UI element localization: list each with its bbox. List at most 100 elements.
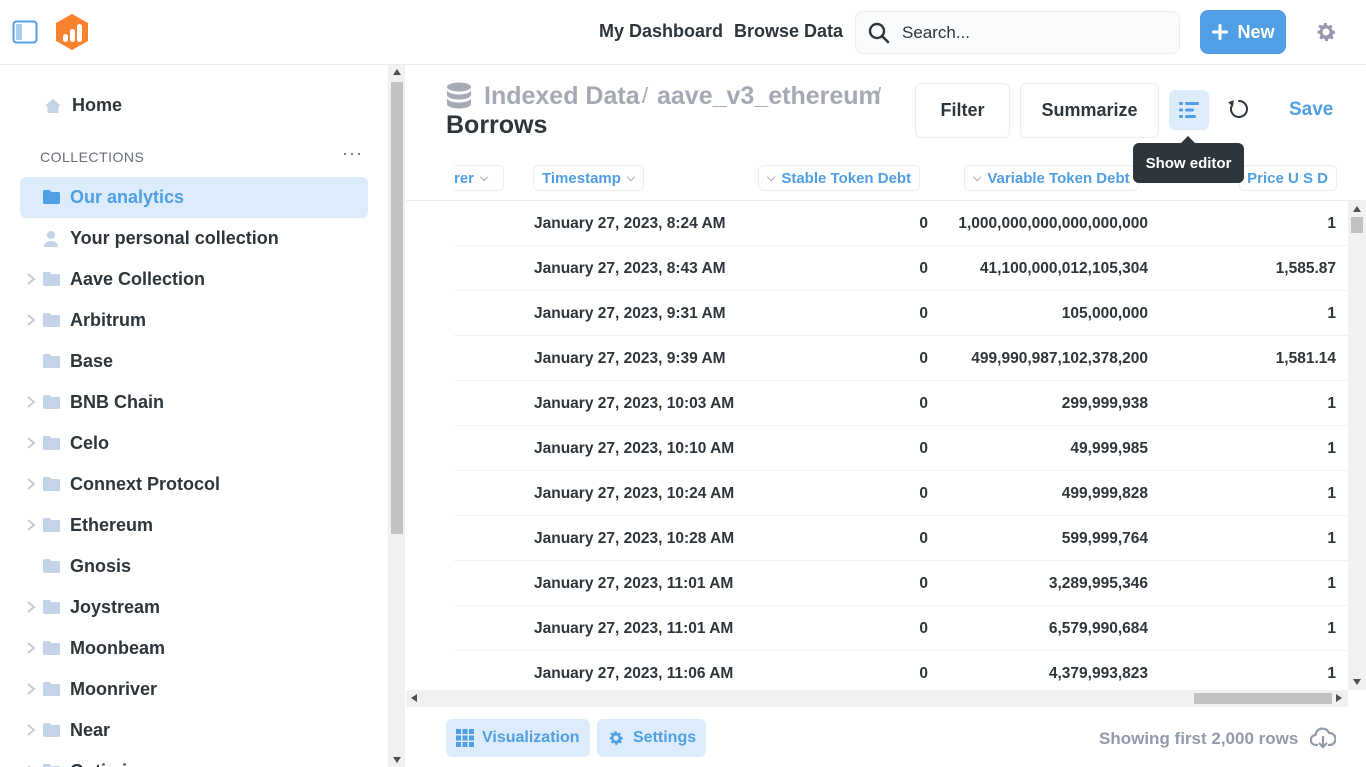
cell-price-usd[interactable]: 1,585.87 xyxy=(1276,260,1336,278)
sidebar-item-moonriver[interactable]: Moonriver xyxy=(20,669,368,710)
table-horizontal-scrollbar[interactable] xyxy=(406,690,1348,707)
cell-variable-token-debt[interactable]: 49,999,985 xyxy=(1070,440,1148,458)
cell-variable-token-debt[interactable]: 299,999,938 xyxy=(1062,395,1148,413)
cell-timestamp[interactable]: January 27, 2023, 10:10 AM xyxy=(534,440,734,458)
sidebar-item-optimism[interactable]: Optimism xyxy=(20,751,368,767)
chevron-right-icon[interactable] xyxy=(26,642,36,654)
sidebar-item-base[interactable]: Base xyxy=(20,341,368,382)
table-row[interactable]: January 27, 2023, 10:03 AM 0 299,999,938 1 xyxy=(454,381,1348,426)
sidebar-item-aave-collection[interactable]: Aave Collection xyxy=(20,259,368,300)
breadcrumb-aave-v3-ethereum[interactable]: aave_v3_ethereum xyxy=(657,82,881,111)
cell-stable-token-debt[interactable]: 0 xyxy=(919,440,928,458)
cell-stable-token-debt[interactable]: 0 xyxy=(919,305,928,323)
table-vertical-scrollbar[interactable] xyxy=(1348,201,1366,690)
cell-variable-token-debt[interactable]: 105,000,000 xyxy=(1062,305,1148,323)
cell-stable-token-debt[interactable]: 0 xyxy=(919,215,928,233)
cell-stable-token-debt[interactable]: 0 xyxy=(919,665,928,683)
cell-stable-token-debt[interactable]: 0 xyxy=(919,395,928,413)
cell-variable-token-debt[interactable]: 499,999,828 xyxy=(1062,485,1148,503)
cell-timestamp[interactable]: January 27, 2023, 10:03 AM xyxy=(534,395,734,413)
cell-price-usd[interactable]: 1,581.14 xyxy=(1276,350,1336,368)
cell-price-usd[interactable]: 1 xyxy=(1327,215,1336,233)
settings-button[interactable]: Settings xyxy=(597,719,707,757)
sidebar-item-home[interactable]: Home xyxy=(44,95,122,116)
table-row[interactable]: January 27, 2023, 8:24 AM 0 1,000,000,000,… xyxy=(454,201,1348,246)
cell-variable-token-debt[interactable]: 1,000,000,000,000,000,000 xyxy=(958,215,1148,233)
cell-price-usd[interactable]: 1 xyxy=(1327,665,1336,683)
cell-timestamp[interactable]: January 27, 2023, 8:43 AM xyxy=(534,260,726,278)
sidebar-item-our-analytics[interactable]: Our analytics xyxy=(20,177,368,218)
column-header-rer[interactable]: rer ⌵ xyxy=(454,165,504,191)
cell-variable-token-debt[interactable]: 599,999,764 xyxy=(1062,530,1148,548)
download-icon[interactable] xyxy=(1309,727,1337,754)
cell-stable-token-debt[interactable]: 0 xyxy=(919,530,928,548)
cell-price-usd[interactable]: 1 xyxy=(1327,440,1336,458)
chevron-right-icon[interactable] xyxy=(26,314,36,326)
cell-timestamp[interactable]: January 27, 2023, 9:39 AM xyxy=(534,350,726,368)
cell-price-usd[interactable]: 1 xyxy=(1327,485,1336,503)
sidebar-scrollbar[interactable] xyxy=(389,65,405,767)
summarize-button[interactable]: Summarize xyxy=(1020,83,1159,138)
show-editor-button[interactable] xyxy=(1169,90,1209,130)
search-input[interactable] xyxy=(902,21,1162,45)
cell-stable-token-debt[interactable]: 0 xyxy=(919,260,928,278)
sidebar-item-moonbeam[interactable]: Moonbeam xyxy=(20,628,368,669)
table-row[interactable]: January 27, 2023, 11:01 AM 0 3,289,995,346… xyxy=(454,561,1348,606)
sidebar-item-joystream[interactable]: Joystream xyxy=(20,587,368,628)
cell-timestamp[interactable]: January 27, 2023, 8:24 AM xyxy=(534,215,726,233)
sidebar-item-connext-protocol[interactable]: Connext Protocol xyxy=(20,464,368,505)
cell-variable-token-debt[interactable]: 41,100,000,012,105,304 xyxy=(980,260,1148,278)
cell-price-usd[interactable]: 1 xyxy=(1327,575,1336,593)
nav-my-dashboard[interactable]: My Dashboard xyxy=(599,21,723,42)
new-button[interactable]: New xyxy=(1200,10,1286,54)
cell-stable-token-debt[interactable]: 0 xyxy=(919,575,928,593)
cell-variable-token-debt[interactable]: 3,289,995,346 xyxy=(1049,575,1148,593)
collections-more-icon[interactable]: ··· xyxy=(342,143,363,164)
filter-button[interactable]: Filter xyxy=(915,83,1010,138)
table-row[interactable]: January 27, 2023, 8:43 AM 0 41,100,000,012… xyxy=(454,246,1348,291)
column-header-variable-token-debt[interactable]: ⌵ Variable Token Debt xyxy=(964,165,1139,191)
table-row[interactable]: January 27, 2023, 9:39 AM 0 499,990,987,10… xyxy=(454,336,1348,381)
table-row[interactable]: January 27, 2023, 10:28 AM 0 599,999,764 1 xyxy=(454,516,1348,561)
chevron-right-icon[interactable] xyxy=(26,519,36,531)
breadcrumb-indexed-data[interactable]: Indexed Data xyxy=(484,82,640,111)
gear-icon[interactable] xyxy=(1314,20,1338,49)
chevron-right-icon[interactable] xyxy=(26,683,36,695)
cell-stable-token-debt[interactable]: 0 xyxy=(919,350,928,368)
cell-timestamp[interactable]: January 27, 2023, 11:01 AM xyxy=(534,620,733,638)
table-row[interactable]: January 27, 2023, 10:24 AM 0 499,999,828 1 xyxy=(454,471,1348,516)
cell-price-usd[interactable]: 1 xyxy=(1327,395,1336,413)
save-button[interactable]: Save xyxy=(1289,99,1333,121)
cell-stable-token-debt[interactable]: 0 xyxy=(919,620,928,638)
column-header-stable-token-debt[interactable]: ⌵ Stable Token Debt xyxy=(758,165,921,191)
cell-timestamp[interactable]: January 27, 2023, 10:24 AM xyxy=(534,485,734,503)
chevron-right-icon[interactable] xyxy=(26,601,36,613)
sidebar-item-your-personal-collection[interactable]: Your personal collection xyxy=(20,218,368,259)
sidebar-toggle-icon[interactable] xyxy=(12,20,38,44)
cell-price-usd[interactable]: 1 xyxy=(1327,530,1336,548)
cell-stable-token-debt[interactable]: 0 xyxy=(919,485,928,503)
chevron-right-icon[interactable] xyxy=(26,437,36,449)
sidebar-item-bnb-chain[interactable]: BNB Chain xyxy=(20,382,368,423)
chevron-right-icon[interactable] xyxy=(26,273,36,285)
sidebar-item-arbitrum[interactable]: Arbitrum xyxy=(20,300,368,341)
table-row[interactable]: January 27, 2023, 11:01 AM 0 6,579,990,684… xyxy=(454,606,1348,651)
nav-browse-data[interactable]: Browse Data xyxy=(734,21,843,42)
column-header-timestamp[interactable]: Timestamp ⌵ xyxy=(533,165,645,191)
column-header-price-usd[interactable]: Price U S D xyxy=(1239,165,1337,191)
table-row[interactable]: January 27, 2023, 11:06 AM 0 4,379,993,823… xyxy=(454,651,1348,690)
table-row[interactable]: January 27, 2023, 10:10 AM 0 49,999,985 1 xyxy=(454,426,1348,471)
visualization-button[interactable]: Visualization xyxy=(446,719,590,757)
chevron-right-icon[interactable] xyxy=(26,724,36,736)
cell-timestamp[interactable]: January 27, 2023, 11:06 AM xyxy=(534,665,733,683)
sidebar-item-ethereum[interactable]: Ethereum xyxy=(20,505,368,546)
refresh-icon[interactable] xyxy=(1228,98,1250,125)
sidebar-item-gnosis[interactable]: Gnosis xyxy=(20,546,368,587)
cell-price-usd[interactable]: 1 xyxy=(1327,620,1336,638)
sidebar-item-near[interactable]: Near xyxy=(20,710,368,751)
table-row[interactable]: January 27, 2023, 9:31 AM 0 105,000,000 1 xyxy=(454,291,1348,336)
cell-variable-token-debt[interactable]: 4,379,993,823 xyxy=(1049,665,1148,683)
cell-timestamp[interactable]: January 27, 2023, 9:31 AM xyxy=(534,305,726,323)
sidebar-item-celo[interactable]: Celo xyxy=(20,423,368,464)
cell-variable-token-debt[interactable]: 6,579,990,684 xyxy=(1049,620,1148,638)
